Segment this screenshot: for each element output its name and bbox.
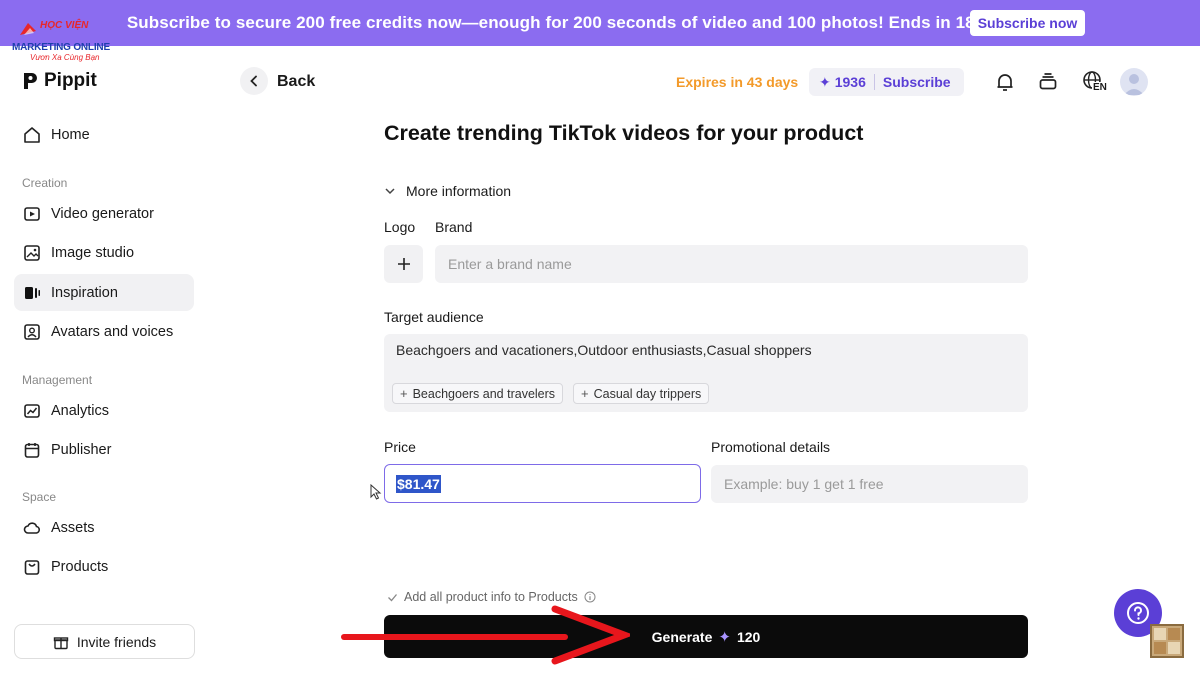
stack-icon[interactable] — [1036, 70, 1060, 94]
analytics-icon — [22, 401, 41, 420]
sidebar-item-label: Analytics — [51, 402, 110, 419]
banner-text: Subscribe to secure 200 free credits now… — [126, 13, 1074, 32]
watermark-mark-icon — [20, 23, 36, 35]
pippit-logo-icon — [24, 73, 37, 89]
more-information-label: More information — [406, 183, 512, 199]
chevron-down-icon — [385, 188, 395, 195]
brand-logo[interactable]: Pippit — [22, 70, 97, 92]
cloud-icon — [22, 518, 41, 537]
promotional-details-label: Promotional details — [711, 439, 831, 455]
chevron-left-icon — [250, 75, 257, 87]
sidebar-item-publisher[interactable]: Publisher — [14, 431, 194, 468]
brand-name-input[interactable]: Enter a brand name — [435, 245, 1028, 283]
sidebar: Pippit Home Creation Video generator Ima… — [0, 46, 210, 675]
expires-notice: Expires in 43 days — [676, 74, 799, 90]
brand-label: Brand — [435, 219, 473, 235]
sidebar-item-inspiration[interactable]: Inspiration — [14, 274, 194, 311]
logo-label: Logo — [384, 219, 416, 235]
calendar-icon — [22, 440, 41, 459]
generate-cost: 120 — [736, 628, 761, 645]
sidebar-item-label: Inspiration — [51, 284, 118, 301]
target-audience-label: Target audience — [384, 309, 484, 325]
divider — [873, 74, 875, 90]
language-globe-icon[interactable]: EN — [1078, 70, 1110, 94]
invite-friends-label: Invite friends — [76, 633, 157, 650]
add-logo-button[interactable] — [384, 245, 423, 283]
mouse-cursor-icon — [370, 484, 382, 500]
add-to-products-checkbox[interactable]: Add all product info to Products — [387, 590, 596, 604]
avatar[interactable] — [1120, 68, 1148, 96]
plus-icon: + — [581, 386, 589, 401]
video-generator-icon — [22, 204, 41, 223]
gift-icon — [53, 636, 69, 649]
sidebar-item-home[interactable]: Home — [14, 116, 194, 153]
plus-icon — [397, 258, 410, 270]
sidebar-item-avatars-and-voices[interactable]: Avatars and voices — [14, 313, 194, 350]
sidebar-item-video-generator[interactable]: Video generator — [14, 195, 194, 232]
more-information-toggle[interactable]: More information — [384, 183, 511, 199]
sidebar-item-label: Products — [51, 558, 109, 575]
price-label: Price — [384, 439, 416, 455]
image-studio-icon — [22, 243, 41, 262]
sidebar-item-label: Avatars and voices — [51, 323, 174, 340]
back-button[interactable] — [240, 67, 268, 95]
credits-count: 1936 — [834, 74, 866, 90]
sidebar-item-label: Home — [51, 126, 90, 143]
price-value-selected: $81.47 — [396, 474, 441, 493]
audience-suggestion-chip[interactable]: + Beachgoers and travelers — [392, 383, 564, 404]
question-mark-icon — [1127, 602, 1149, 624]
target-audience-value: Beachgoers and vacationers,Outdoor enthu… — [396, 342, 812, 358]
promotional-details-input[interactable]: Example: buy 1 get 1 free — [711, 465, 1028, 503]
add-to-products-label: Add all product info to Products — [404, 590, 578, 604]
checkmark-icon — [388, 593, 397, 601]
generate-label: Generate — [651, 628, 713, 645]
red-arrow-annotation — [341, 605, 630, 665]
notification-bell-icon[interactable] — [993, 70, 1017, 94]
chip-label: Casual day trippers — [593, 386, 702, 401]
invite-friends-button[interactable]: Invite friends — [14, 624, 195, 659]
bag-icon — [22, 557, 41, 576]
section-label-space: Space — [22, 490, 57, 504]
sparkle-icon: ✦ — [819, 73, 831, 90]
avatar-icon — [22, 322, 41, 341]
price-input[interactable]: $81.47 — [384, 464, 701, 503]
chip-label: Beachgoers and travelers — [412, 386, 556, 401]
audience-suggestion-chip[interactable]: + Casual day trippers — [573, 383, 710, 404]
sidebar-item-label: Video generator — [51, 205, 154, 222]
back-label[interactable]: Back — [277, 73, 315, 91]
sidebar-item-label: Publisher — [51, 441, 112, 458]
sidebar-item-products[interactable]: Products — [14, 548, 194, 585]
subscribe-now-button[interactable]: Subscribe now — [970, 10, 1085, 36]
info-icon[interactable] — [584, 591, 596, 603]
sidebar-item-assets[interactable]: Assets — [14, 509, 194, 546]
subscribe-link[interactable]: Subscribe — [883, 74, 951, 90]
sparkle-icon: ✦ — [718, 628, 731, 646]
sidebar-item-label: Assets — [51, 519, 95, 536]
brand-name: Pippit — [44, 70, 97, 91]
home-icon — [22, 125, 41, 144]
user-avatar-icon — [1124, 74, 1144, 95]
sidebar-item-label: Image studio — [51, 244, 135, 261]
sidebar-item-analytics[interactable]: Analytics — [14, 392, 194, 429]
watermark-line1: HỌC VIỆN — [40, 20, 89, 31]
section-label-management: Management — [22, 373, 93, 387]
corner-thumbnail-icon — [1150, 624, 1184, 658]
target-audience-textarea[interactable]: Beachgoers and vacationers,Outdoor enthu… — [384, 334, 1028, 412]
credits-box[interactable]: ✦ 1936 Subscribe — [809, 68, 964, 96]
plus-icon: + — [400, 386, 408, 401]
inspiration-icon — [22, 283, 41, 302]
section-label-creation: Creation — [22, 176, 68, 190]
sidebar-item-image-studio[interactable]: Image studio — [14, 234, 194, 271]
language-code: EN — [1092, 82, 1108, 93]
page-title: Create trending TikTok videos for your p… — [384, 121, 864, 145]
